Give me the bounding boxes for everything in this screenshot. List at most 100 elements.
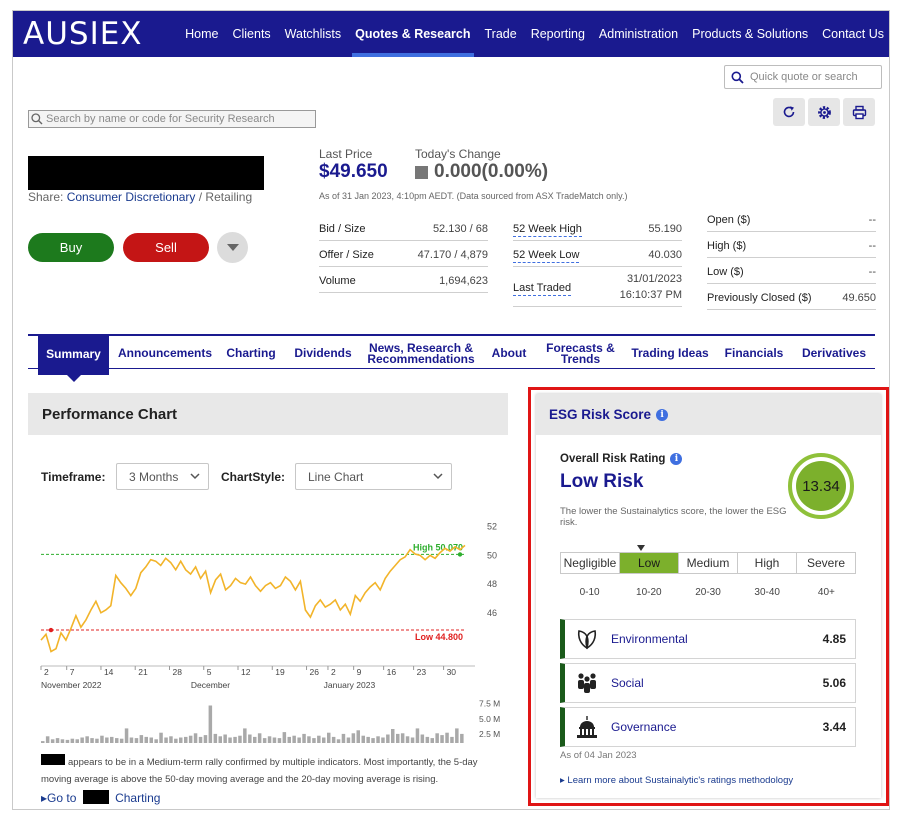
volume-bar bbox=[455, 728, 459, 743]
volume-bar bbox=[213, 733, 218, 743]
tab-charting[interactable]: Charting bbox=[221, 336, 281, 371]
tab-label-line2: Trends bbox=[560, 351, 601, 366]
timeframe-select[interactable]: 3 Months bbox=[116, 463, 209, 490]
volume-bar bbox=[60, 739, 65, 743]
security-search-input[interactable]: Search by name or code for Security Rese… bbox=[28, 110, 316, 128]
nav-administration[interactable]: Administration bbox=[592, 11, 685, 57]
stat-key[interactable]: 52 Week High bbox=[513, 223, 582, 237]
volume-bar bbox=[336, 739, 341, 743]
ausiex-logo[interactable]: AUSIEX bbox=[23, 16, 166, 52]
x-tick-label: 2 bbox=[44, 667, 49, 677]
tab-dividends[interactable]: Dividends bbox=[288, 336, 358, 371]
stat-value: -- bbox=[868, 266, 876, 278]
redacted-security-name bbox=[28, 156, 264, 190]
tab-news-research[interactable]: News, Research & Recommendations bbox=[365, 336, 477, 371]
nav-quotes-research[interactable]: Quotes & Research bbox=[348, 11, 477, 57]
sell-button[interactable]: Sell bbox=[123, 233, 209, 262]
stat-key: Low ($) bbox=[707, 266, 744, 278]
risk-band-ranges: 0-10 10-20 20-30 30-40 40+ bbox=[560, 587, 856, 598]
todays-change-value: 0.000(0.00%) bbox=[415, 161, 548, 183]
volume-bar bbox=[115, 738, 119, 743]
more-actions-button[interactable] bbox=[217, 232, 248, 263]
stat-key[interactable]: 52 Week Low bbox=[513, 249, 580, 263]
volume-bar bbox=[159, 732, 163, 743]
tab-forecasts-trends[interactable]: Forecasts & Trends bbox=[541, 336, 620, 371]
nav-reporting[interactable]: Reporting bbox=[524, 11, 592, 57]
volume-bar bbox=[391, 729, 395, 743]
tab-announcements[interactable]: Announcements bbox=[116, 336, 214, 371]
esg-as-of: As of 04 Jan 2023 bbox=[560, 750, 637, 761]
volume-bar bbox=[253, 736, 257, 743]
volume-bar bbox=[435, 733, 439, 743]
redacted-code bbox=[82, 790, 109, 804]
volume-bar bbox=[450, 736, 454, 743]
learn-more-link[interactable]: ▸ Learn more about Sustainalytic's ratin… bbox=[560, 775, 793, 786]
volume-bar bbox=[124, 728, 129, 743]
volume-bar bbox=[341, 733, 346, 743]
sector-link[interactable]: Consumer Discretionary bbox=[67, 190, 196, 204]
nav-clients[interactable]: Clients bbox=[225, 11, 277, 57]
stat-value: 49.650 bbox=[842, 292, 876, 304]
volume-bar bbox=[41, 741, 45, 743]
overall-risk-label-text: Overall Risk Rating bbox=[560, 453, 666, 465]
volume-bar bbox=[415, 728, 420, 743]
print-button[interactable] bbox=[843, 98, 875, 126]
goto-prefix: ▸Go to bbox=[41, 791, 77, 805]
y-tick-label: 50 bbox=[487, 550, 497, 560]
volume-bar bbox=[272, 737, 277, 743]
search-icon bbox=[31, 113, 43, 125]
tab-financials[interactable]: Financials bbox=[720, 336, 788, 371]
performance-chart-title: Performance Chart bbox=[42, 406, 178, 423]
nav-contact-us[interactable]: Contact Us bbox=[815, 11, 889, 57]
pillar-name: Social bbox=[611, 676, 644, 690]
quick-quote-input[interactable]: Quick quote or search bbox=[724, 65, 882, 89]
settings-button[interactable] bbox=[808, 98, 840, 126]
month-label: December bbox=[191, 680, 230, 690]
nav-menu: Home Clients Watchlists Quotes & Researc… bbox=[178, 11, 889, 57]
volume-bar bbox=[366, 736, 370, 743]
volume-bar bbox=[223, 734, 227, 743]
volume-bar bbox=[129, 737, 134, 743]
volume-bar bbox=[371, 738, 375, 743]
volume-bar bbox=[90, 738, 94, 743]
tab-about[interactable]: About bbox=[484, 336, 534, 371]
nav-watchlists[interactable]: Watchlists bbox=[278, 11, 349, 57]
nav-trade[interactable]: Trade bbox=[478, 11, 524, 57]
volume-bar bbox=[144, 736, 148, 743]
stat-key[interactable]: Last Traded bbox=[513, 282, 572, 296]
info-icon[interactable]: i bbox=[670, 453, 683, 465]
quick-quote-placeholder: Quick quote or search bbox=[750, 71, 858, 83]
tab-summary[interactable]: Summary bbox=[38, 334, 109, 382]
go-to-charting-link[interactable]: ▸Go to Charting bbox=[41, 790, 160, 805]
stat-value: 47.170 / 4,879 bbox=[417, 249, 488, 261]
tab-derivatives[interactable]: Derivatives bbox=[795, 336, 873, 371]
esg-title-text: ESG Risk Score bbox=[549, 407, 652, 422]
nav-products-solutions[interactable]: Products & Solutions bbox=[685, 11, 815, 57]
change-text: 0.000(0.00%) bbox=[434, 161, 549, 182]
volume-bar bbox=[80, 737, 84, 743]
volume-bar bbox=[376, 736, 380, 743]
x-tick-label: 12 bbox=[241, 667, 251, 677]
tab-trading-ideas[interactable]: Trading Ideas bbox=[627, 336, 713, 371]
performance-chart-header: Performance Chart bbox=[28, 393, 508, 435]
x-tick-label: 26 bbox=[310, 667, 320, 677]
x-tick-label: 9 bbox=[357, 667, 362, 677]
volume-bar bbox=[233, 736, 237, 743]
band-high: High bbox=[738, 553, 797, 573]
x-tick-label: 7 bbox=[70, 667, 75, 677]
y-tick-label: 52 bbox=[487, 522, 497, 532]
stat-key: Open ($) bbox=[707, 214, 751, 226]
industry-label: / Retailing bbox=[198, 190, 253, 204]
triangle-down-icon bbox=[226, 243, 239, 251]
volume-bar bbox=[361, 735, 365, 743]
info-icon[interactable]: i bbox=[656, 408, 669, 421]
performance-chart[interactable]: High 50.070Low 44.800525048462 7 14 21 28 5 12… bbox=[39, 511, 509, 743]
refresh-button[interactable] bbox=[773, 98, 805, 126]
high-marker bbox=[457, 552, 463, 557]
volume-bar bbox=[100, 735, 104, 743]
chartstyle-select[interactable]: Line Chart bbox=[295, 463, 452, 490]
nav-home[interactable]: Home bbox=[178, 11, 225, 57]
buy-button[interactable]: Buy bbox=[28, 233, 114, 262]
chevron-down-icon bbox=[433, 473, 443, 480]
stat-value: -- bbox=[868, 240, 876, 252]
